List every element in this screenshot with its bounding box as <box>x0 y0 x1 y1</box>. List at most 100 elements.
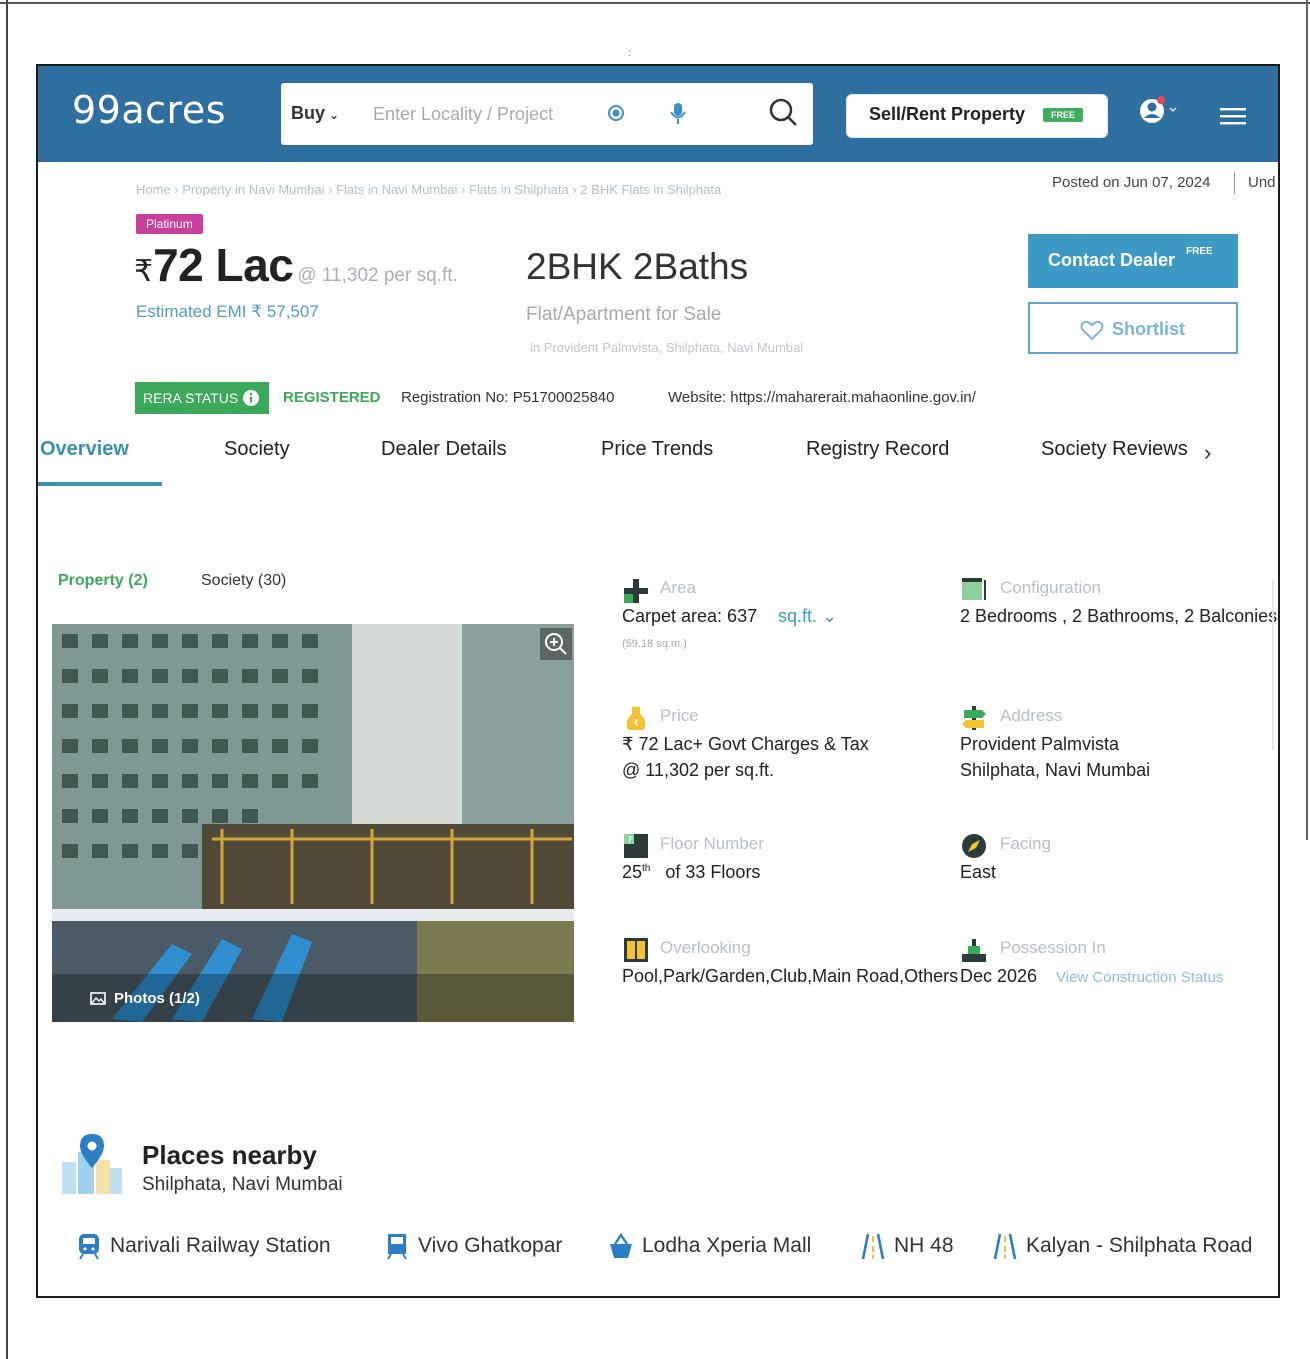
building-photo-image <box>52 624 574 1022</box>
breadcrumb[interactable]: Home › Property in Navi Mumbai › Flats i… <box>136 182 721 197</box>
area-unit-label: sq.ft. <box>778 606 818 626</box>
configuration-value: 2 Bedrooms , 2 Bathrooms, 2 Balconies <box>960 606 1278 626</box>
scan-border-top <box>0 2 1310 4</box>
place-label: NH 48 <box>894 1234 954 1257</box>
svg-text:₹: ₹ <box>633 719 639 729</box>
svg-text:F: F <box>628 836 633 846</box>
price-per-sqft-value: @ 11,302 per sq.ft. <box>622 760 775 780</box>
search-input[interactable] <box>371 98 575 130</box>
divider <box>1234 172 1235 194</box>
area-unit-select[interactable]: sq.ft. ⌄ <box>778 606 837 627</box>
floor-number: 25 <box>622 862 643 882</box>
shortlist-label: Shortlist <box>1112 319 1186 339</box>
train-icon <box>79 1234 99 1260</box>
gallery-tab-society[interactable]: Society (30) <box>201 572 286 590</box>
place-label: Kalyan - Shilphata Road <box>1026 1234 1253 1257</box>
site-logo[interactable]: 99acres <box>72 88 226 132</box>
place-label: Narivali Railway Station <box>110 1234 331 1257</box>
user-account-icon[interactable] <box>1138 94 1178 128</box>
scan-mark: : <box>628 48 631 59</box>
photos-counter[interactable]: Photos (1/2) <box>90 990 200 1007</box>
search-icon[interactable] <box>768 97 798 127</box>
listing-price: ₹72 Lac @ 11,302 per sq.ft. <box>134 238 458 292</box>
contact-free-badge: FREE <box>1186 246 1213 257</box>
free-badge: FREE <box>1043 108 1084 122</box>
tab-society[interactable]: Society <box>224 438 290 461</box>
microphone-icon[interactable] <box>669 101 687 125</box>
search-bar: Buy ⌄ <box>281 83 813 145</box>
places-nearby-subtitle: Shilphata, Navi Mumbai <box>142 1174 343 1195</box>
truncated-status: Und <box>1248 174 1276 191</box>
hamburger-menu-icon[interactable] <box>1220 106 1246 126</box>
buy-dropdown-label: Buy <box>291 103 326 123</box>
chevron-down-icon: ⌄ <box>329 108 340 122</box>
facing-value: East <box>960 862 997 882</box>
address-label: Address <box>1000 706 1063 725</box>
tab-registry-record[interactable]: Registry Record <box>806 438 949 461</box>
chevron-right-icon[interactable]: › <box>1204 440 1211 466</box>
posted-date: Posted on Jun 07, 2024 <box>1052 174 1211 191</box>
price-per-sqft: @ 11,302 per sq.ft. <box>297 265 458 286</box>
configuration-icon <box>962 578 986 600</box>
area-value: Carpet area: 637 <box>622 606 758 626</box>
contact-dealer-button[interactable]: Contact Dealer FREE <box>1028 234 1238 288</box>
scan-border-right <box>1306 0 1308 840</box>
scrollbar[interactable] <box>1272 580 1274 750</box>
current-location-icon[interactable] <box>606 103 626 123</box>
compass-icon <box>962 834 986 858</box>
listing-title: 2BHK 2Baths <box>526 246 749 287</box>
section-tabs: Overview Society Dealer Details Price Tr… <box>38 438 1278 488</box>
listing-subtitle: Flat/Apartment for Sale <box>526 304 722 325</box>
possession-label: Possession In <box>1000 938 1106 957</box>
rera-status-badge[interactable]: RERA STATUS <box>135 382 269 414</box>
address-line1: Provident Palmvista <box>960 734 1120 754</box>
tab-overview[interactable]: Overview <box>40 438 129 461</box>
property-photo[interactable]: Photos (1/2) <box>52 624 574 1022</box>
shortlist-button[interactable]: Shortlist <box>1028 302 1238 354</box>
configuration-label: Configuration <box>1000 578 1102 597</box>
shopping-basket-icon <box>610 1232 632 1258</box>
buy-dropdown[interactable]: Buy ⌄ <box>291 103 339 124</box>
info-icon[interactable] <box>242 389 260 407</box>
chevron-down-icon: ⌄ <box>822 606 838 626</box>
price-bag-icon: ₹ <box>626 707 646 730</box>
overlooking-value: Pool,Park/Garden,Club,Main Road,Others <box>622 966 959 986</box>
road-icon <box>861 1233 885 1260</box>
price-value: ₹ 72 Lac+ Govt Charges & Tax <box>622 734 869 754</box>
road-icon <box>993 1233 1017 1260</box>
sell-rent-label: Sell/Rent Property <box>869 104 1026 124</box>
listing-location: in Provident Palmvista, Shilphata, Navi … <box>530 340 804 355</box>
possession-key-icon <box>962 939 986 962</box>
photos-counter-label: Photos (1/2) <box>114 990 200 1007</box>
place-label: Vivo Ghatkopar <box>418 1234 563 1257</box>
possession-value: Dec 2026 <box>960 966 1038 987</box>
area-label: Area <box>660 578 696 597</box>
gallery-tab-property[interactable]: Property (2) <box>58 572 148 590</box>
tab-dealer-details[interactable]: Dealer Details <box>381 438 507 461</box>
places-nearby-title: Places nearby <box>142 1140 317 1170</box>
active-tab-indicator <box>38 482 162 486</box>
price-amount: 72 Lac <box>153 239 294 291</box>
area-sqm: (59.18 sq.m.) <box>622 638 687 650</box>
facing-label: Facing <box>1000 834 1052 853</box>
overlooking-window-icon <box>624 938 648 962</box>
rera-website[interactable]: Website: https://maharerait.mahaonline.g… <box>668 389 976 406</box>
overlooking-label: Overlooking <box>660 938 751 957</box>
places-nearby-icon <box>62 1134 122 1194</box>
heart-icon <box>1080 320 1104 341</box>
view-construction-status-link[interactable]: View Construction Status <box>1056 969 1223 986</box>
area-icon <box>624 579 648 603</box>
place-label: Lodha Xperia Mall <box>642 1234 812 1257</box>
tab-price-trends[interactable]: Price Trends <box>601 438 713 461</box>
estimated-emi[interactable]: Estimated EMI ₹ 57,507 <box>136 302 319 322</box>
platinum-badge: Platinum <box>136 214 203 234</box>
tab-society-reviews[interactable]: Society Reviews <box>1041 438 1188 461</box>
rera-status-label: RERA STATUS <box>143 390 239 406</box>
signpost-icon <box>962 706 986 730</box>
scan-border-left <box>6 0 8 1359</box>
sell-rent-button[interactable]: Sell/Rent Property FREE <box>846 94 1108 138</box>
currency-symbol: ₹ <box>134 255 154 288</box>
zoom-in-icon[interactable] <box>540 628 572 660</box>
price-label: Price <box>660 706 699 725</box>
address-line2: Shilphata, Navi Mumbai <box>960 760 1151 780</box>
